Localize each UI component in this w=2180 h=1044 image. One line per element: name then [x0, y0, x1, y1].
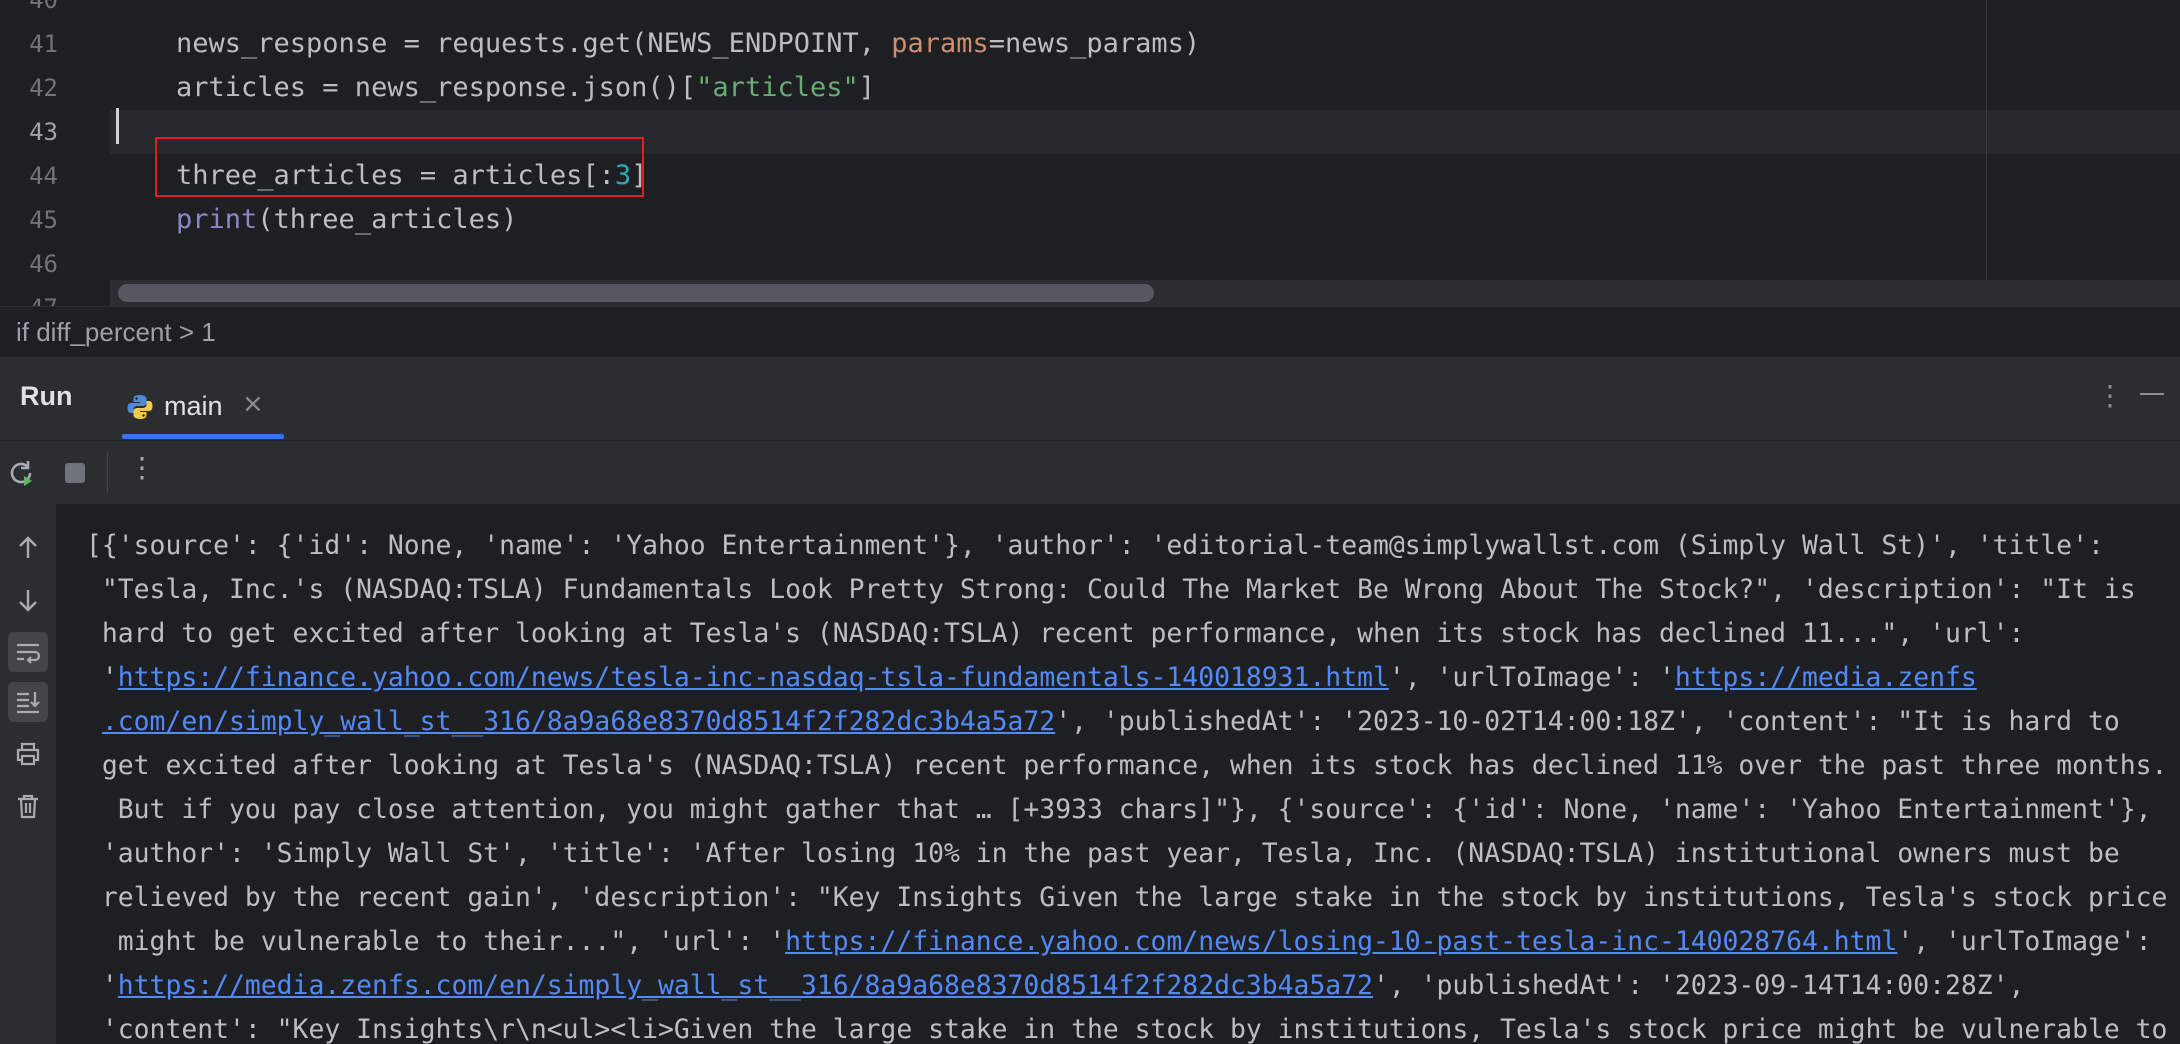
console-text: [{'source': {'id': None, 'name': 'Yahoo …	[86, 530, 2104, 561]
console-text: 'author': 'Simply Wall St', 'title': 'Af…	[86, 838, 2120, 869]
line-number: 45	[29, 206, 58, 234]
code-line[interactable]: articles = news_response.json()["article…	[110, 66, 2180, 110]
run-title: Run	[20, 381, 73, 411]
console-url-link[interactable]: https://media.zenfs.com/en/simply_wall_s…	[118, 970, 1373, 1001]
trash-icon[interactable]	[8, 786, 48, 826]
python-icon	[126, 393, 154, 421]
code-editor[interactable]: news_response = requests.get(NEWS_ENDPOI…	[0, 0, 2180, 306]
active-tab-indicator	[122, 434, 284, 439]
line-number: 41	[29, 30, 58, 58]
code-token: print	[176, 204, 258, 235]
console-side-toolbar	[0, 504, 56, 1044]
console-text: ', 'urlToImage':	[1897, 926, 2152, 957]
code-text: news_response = requests.get(NEWS_ENDPOI…	[176, 22, 1200, 66]
console-text: might be vulnerable to their...", 'url':…	[86, 926, 786, 957]
scroll-to-end-icon[interactable]	[8, 682, 48, 722]
console-line: "Tesla, Inc.'s (NASDAQ:TSLA) Fundamental…	[86, 568, 2136, 612]
line-number: 44	[29, 162, 58, 190]
tab-label: main	[164, 391, 223, 421]
annotation-highlight-box	[155, 137, 644, 197]
code-token: params	[891, 28, 989, 59]
line-number: 46	[29, 250, 58, 278]
console-line: 'https://media.zenfs.com/en/simply_wall_…	[86, 964, 2025, 1008]
console-line: [{'source': {'id': None, 'name': 'Yahoo …	[86, 524, 2104, 568]
code-token: (three_articles)	[257, 204, 518, 235]
console-text: But if you pay close attention, you migh…	[86, 794, 2152, 825]
line-number-gutter: 40 41 42 43 44 45 46 47	[0, 0, 110, 306]
code-token: =news_params)	[988, 28, 1201, 59]
tab-main[interactable]: main ×	[122, 367, 284, 439]
horizontal-scrollbar-thumb[interactable]	[118, 284, 1154, 302]
line-number: 42	[29, 74, 58, 102]
console-text: '	[86, 970, 118, 1001]
right-margin-guide	[1986, 0, 1987, 280]
console-text: relieved by the recent gain', 'descripti…	[86, 882, 2168, 913]
console-output[interactable]: ' ' ' [{'source': {'id': None, 'name': '…	[56, 504, 2180, 1044]
console-line: 'author': 'Simply Wall St', 'title': 'Af…	[86, 832, 2120, 876]
scroll-up-icon[interactable]	[8, 528, 48, 568]
console-url-link[interactable]: https://media.zenfs	[1675, 662, 1977, 693]
stop-icon[interactable]	[57, 455, 93, 491]
console-clipped-line: ' ' '	[96, 504, 156, 514]
console-url-link[interactable]: https://finance.yahoo.com/news/losing-10…	[785, 926, 1897, 957]
console-line: But if you pay close attention, you migh…	[86, 788, 2152, 832]
code-token: news_response = requests.get(NEWS_ENDPOI…	[176, 28, 892, 59]
console-line: hard to get excited after looking at Tes…	[86, 612, 2025, 656]
console-text: ', 'publishedAt': '2023-10-02T14:00:18Z'…	[1055, 706, 2120, 737]
line-number: 40	[29, 0, 58, 14]
console-text: get excited after looking at Tesla's (NA…	[86, 750, 2168, 781]
console-line: 'https://finance.yahoo.com/news/tesla-in…	[86, 656, 1977, 700]
code-token: articles = news_response.json()[	[176, 72, 697, 103]
line-number: 43	[29, 118, 58, 146]
soft-wrap-icon[interactable]	[8, 632, 48, 672]
minimize-icon[interactable]	[2140, 393, 2164, 395]
console-text: hard to get excited after looking at Tes…	[86, 618, 2025, 649]
rerun-icon[interactable]	[4, 455, 40, 491]
console-text: '	[86, 662, 118, 693]
console-text: ', 'publishedAt': '2023-09-14T14:00:28Z'…	[1372, 970, 2025, 1001]
code-text: print(three_articles)	[176, 198, 517, 242]
scroll-down-icon[interactable]	[8, 580, 48, 620]
line-number: 47	[0, 286, 58, 306]
console-text: "Tesla, Inc.'s (NASDAQ:TSLA) Fundamental…	[86, 574, 2136, 605]
breadcrumb[interactable]: if diff_percent > 1	[0, 306, 2180, 356]
code-token: ]	[858, 72, 875, 103]
code-line[interactable]	[110, 0, 2180, 22]
text-caret	[116, 108, 119, 144]
code-line[interactable]: news_response = requests.get(NEWS_ENDPOI…	[110, 22, 2180, 66]
code-line[interactable]: print(three_articles)	[110, 198, 2180, 242]
console-line: 'content': "Key Insights\r\n<ul><li>Give…	[86, 1008, 2168, 1044]
run-tool-window-header: Run main × ⋮	[0, 356, 2180, 440]
more-options-icon[interactable]: ⋮	[128, 451, 156, 484]
console-line: relieved by the recent gain', 'descripti…	[86, 876, 2168, 920]
console-url-link[interactable]: .com/en/simply_wall_st__316/8a9a68e8370d…	[102, 706, 1055, 737]
console-url-link[interactable]: https://finance.yahoo.com/news/tesla-inc…	[118, 662, 1389, 693]
console-line: might be vulnerable to their...", 'url':…	[86, 920, 2152, 964]
console-line: get excited after looking at Tesla's (NA…	[86, 744, 2168, 788]
code-text: articles = news_response.json()["article…	[176, 66, 875, 110]
code-token: "articles"	[696, 72, 859, 103]
run-toolbar: ⋮	[0, 440, 2180, 504]
close-icon[interactable]: ×	[242, 389, 264, 419]
print-icon[interactable]	[8, 734, 48, 774]
toolbar-divider	[107, 453, 108, 493]
more-options-icon[interactable]: ⋮	[2096, 379, 2124, 412]
breadcrumb-item[interactable]: if diff_percent > 1	[16, 317, 216, 348]
console-line: .com/en/simply_wall_st__316/8a9a68e8370d…	[86, 700, 2120, 744]
console-text: ', 'urlToImage': '	[1388, 662, 1675, 693]
console-text: 'content': "Key Insights\r\n<ul><li>Give…	[86, 1014, 2168, 1044]
